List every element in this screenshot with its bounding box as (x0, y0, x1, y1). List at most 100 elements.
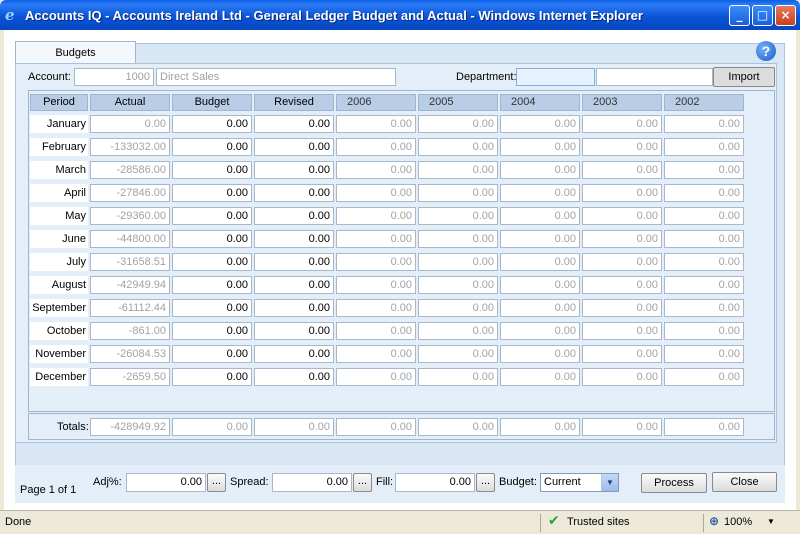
cell-y2002: 0.00 (664, 138, 744, 156)
cell-y2004: 0.00 (500, 207, 580, 225)
cell-y2002: 0.00 (664, 161, 744, 179)
zoom-icon[interactable]: ⊕ (709, 514, 719, 528)
spread-ellipsis-button[interactable]: ... (353, 473, 372, 492)
cell-revised[interactable]: 0.00 (254, 368, 334, 386)
close-button[interactable]: Close (712, 472, 777, 492)
col-header-revised: Revised (254, 94, 334, 111)
cell-y2002: 0.00 (664, 322, 744, 340)
cell-y2003: 0.00 (582, 161, 662, 179)
cell-revised[interactable]: 0.00 (254, 115, 334, 133)
budget-select[interactable]: Current ▼ (540, 473, 619, 492)
account-code-field[interactable]: 1000 (74, 68, 154, 86)
cell-y2003: 0.00 (582, 230, 662, 248)
cell-actual: -26084.53 (90, 345, 170, 363)
cell-y2002: 0.00 (664, 207, 744, 225)
cell-budget[interactable]: 0.00 (172, 299, 252, 317)
cell-budget[interactable]: 0.00 (172, 138, 252, 156)
fill-label: Fill: (376, 476, 394, 488)
cell-y2003: 0.00 (582, 368, 662, 386)
cell-y2002: 0.00 (664, 230, 744, 248)
cell-actual: -861.00 (90, 322, 170, 340)
status-text: Done (5, 516, 32, 528)
cell-actual: -2659.50 (90, 368, 170, 386)
cell-y2005: 0.00 (418, 276, 498, 294)
title-bar: e Accounts IQ - Accounts Ireland Ltd - G… (0, 0, 800, 30)
cell-revised[interactable]: 0.00 (254, 345, 334, 363)
minimize-button[interactable]: _ (729, 5, 750, 26)
spread-input[interactable]: 0.00 (272, 473, 352, 492)
cell-y2002: 0.00 (664, 299, 744, 317)
cell-budget[interactable]: 0.00 (172, 230, 252, 248)
cell-budget[interactable]: 0.00 (172, 253, 252, 271)
close-window-button[interactable]: × (775, 5, 796, 26)
cell-budget[interactable]: 0.00 (172, 184, 252, 202)
total-budget: 0.00 (172, 418, 252, 436)
fill-input[interactable]: 0.00 (395, 473, 475, 492)
cell-y2003: 0.00 (582, 207, 662, 225)
window-title: Accounts IQ - Accounts Ireland Ltd - Gen… (25, 8, 643, 23)
cell-actual: -28586.00 (90, 161, 170, 179)
cell-budget[interactable]: 0.00 (172, 207, 252, 225)
cell-y2003: 0.00 (582, 115, 662, 133)
spread-label: Spread: (230, 476, 269, 488)
department-name-field[interactable] (596, 68, 713, 86)
cell-y2002: 0.00 (664, 115, 744, 133)
cell-y2004: 0.00 (500, 253, 580, 271)
help-icon[interactable]: ? (756, 41, 776, 61)
cell-y2003: 0.00 (582, 253, 662, 271)
cell-revised[interactable]: 0.00 (254, 138, 334, 156)
cell-revised[interactable]: 0.00 (254, 230, 334, 248)
cell-revised[interactable]: 0.00 (254, 276, 334, 294)
tab-budgets[interactable]: Budgets (15, 41, 136, 64)
fill-ellipsis-button[interactable]: ... (476, 473, 495, 492)
cell-revised[interactable]: 0.00 (254, 184, 334, 202)
cell-budget[interactable]: 0.00 (172, 322, 252, 340)
cell-revised[interactable]: 0.00 (254, 253, 334, 271)
zoom-dropdown-icon[interactable]: ▼ (767, 517, 775, 526)
period-label: January (30, 115, 88, 133)
cell-revised[interactable]: 0.00 (254, 161, 334, 179)
cell-y2004: 0.00 (500, 115, 580, 133)
period-label: February (30, 138, 88, 156)
cell-y2004: 0.00 (500, 322, 580, 340)
adj-ellipsis-button[interactable]: ... (207, 473, 226, 492)
chevron-down-icon[interactable]: ▼ (601, 474, 618, 491)
trusted-check-icon: ✔ (548, 513, 560, 529)
cell-y2005: 0.00 (418, 253, 498, 271)
cell-y2006: 0.00 (336, 276, 416, 294)
import-button[interactable]: Import (713, 67, 775, 87)
total-revised: 0.00 (254, 418, 334, 436)
cell-budget[interactable]: 0.00 (172, 276, 252, 294)
cell-budget[interactable]: 0.00 (172, 368, 252, 386)
total-2005: 0.00 (418, 418, 498, 436)
col-header-2003: 2003 (582, 94, 662, 111)
cell-y2002: 0.00 (664, 253, 744, 271)
cell-revised[interactable]: 0.00 (254, 207, 334, 225)
period-label: March (30, 161, 88, 179)
col-header-2005: 2005 (418, 94, 498, 111)
cell-revised[interactable]: 0.00 (254, 322, 334, 340)
adj-percent-input[interactable]: 0.00 (126, 473, 206, 492)
period-label: June (30, 230, 88, 248)
cell-budget[interactable]: 0.00 (172, 115, 252, 133)
cell-y2004: 0.00 (500, 345, 580, 363)
cell-y2005: 0.00 (418, 115, 498, 133)
cell-y2005: 0.00 (418, 161, 498, 179)
status-divider-2 (703, 514, 704, 532)
cell-revised[interactable]: 0.00 (254, 299, 334, 317)
cell-actual: 0.00 (90, 115, 170, 133)
status-divider (540, 514, 541, 532)
cell-budget[interactable]: 0.00 (172, 161, 252, 179)
maximize-button[interactable]: □ (752, 5, 773, 26)
cell-budget[interactable]: 0.00 (172, 345, 252, 363)
cell-y2003: 0.00 (582, 322, 662, 340)
process-button[interactable]: Process (641, 473, 707, 493)
internet-explorer-icon: e (5, 6, 15, 24)
cell-y2003: 0.00 (582, 299, 662, 317)
cell-y2002: 0.00 (664, 368, 744, 386)
department-code-field[interactable] (516, 68, 595, 86)
cell-y2006: 0.00 (336, 345, 416, 363)
cell-y2005: 0.00 (418, 184, 498, 202)
zoom-level[interactable]: 100% (724, 516, 752, 528)
account-name-field[interactable]: Direct Sales (156, 68, 396, 86)
